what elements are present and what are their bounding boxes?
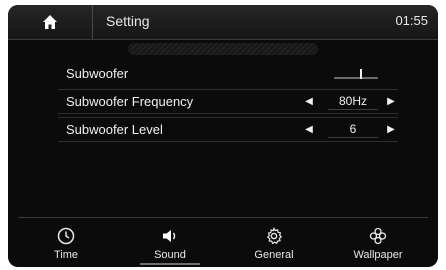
frequency-value: 80Hz — [328, 93, 378, 110]
header-bar: Setting 01:55 — [8, 5, 438, 40]
tab-label-time: Time — [53, 249, 79, 261]
home-icon — [43, 15, 57, 29]
page-title: Setting — [106, 13, 150, 29]
tab-bar-divider — [18, 217, 428, 218]
setting-row-subwoofer: Subwoofer — [58, 63, 398, 85]
tab-sound[interactable]: Sound — [120, 221, 220, 265]
speaker-icon — [163, 230, 176, 242]
toggle-knob — [360, 69, 362, 79]
frequency-decrease-button[interactable]: ◀ — [302, 95, 316, 109]
clock-time: 01:55 — [395, 13, 428, 28]
tab-general[interactable]: General — [224, 221, 324, 265]
gear-icon — [266, 227, 283, 245]
tab-label-general: General — [254, 249, 294, 261]
level-value: 6 — [328, 121, 378, 138]
subwoofer-toggle[interactable] — [334, 67, 378, 79]
setting-row-level: Subwoofer Level ◀ 6 ▶ — [58, 117, 398, 142]
tab-label-sound: Sound — [154, 249, 186, 261]
setting-label-subwoofer: Subwoofer — [66, 66, 129, 81]
home-button[interactable] — [8, 5, 93, 39]
setting-label-level: Subwoofer Level — [66, 122, 163, 137]
tab-wallpaper[interactable]: Wallpaper — [328, 221, 428, 265]
decorative-pattern — [128, 43, 318, 55]
bottom-tab-bar: Time Sound General Wallpaper — [8, 217, 438, 267]
frequency-increase-button[interactable]: ▶ — [384, 95, 398, 109]
setting-row-frequency: Subwoofer Frequency ◀ 80Hz ▶ — [58, 89, 398, 114]
clock-icon — [57, 227, 75, 245]
tab-label-wallpaper: Wallpaper — [353, 249, 403, 261]
level-increase-button[interactable]: ▶ — [384, 123, 398, 137]
tab-time[interactable]: Time — [16, 221, 116, 265]
level-decrease-button[interactable]: ◀ — [302, 123, 316, 137]
setting-label-frequency: Subwoofer Frequency — [66, 94, 194, 109]
toggle-track — [334, 77, 378, 79]
settings-screen: Setting 01:55 Subwoofer Subwoofer Freque… — [8, 5, 438, 267]
flower-icon — [369, 227, 387, 245]
